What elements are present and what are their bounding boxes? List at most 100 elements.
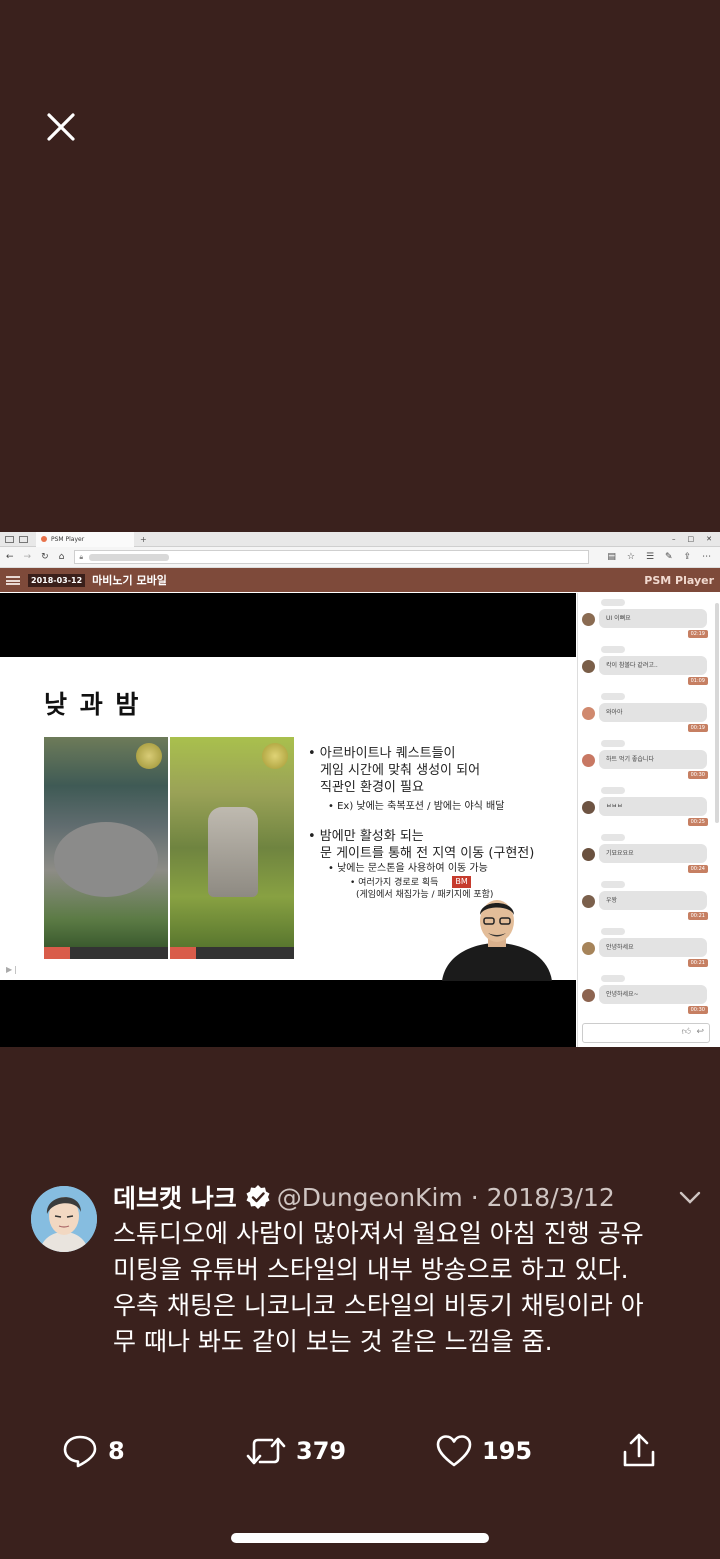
video-stage[interactable]: 낮 과 밤 • 아르바이트나 퀘스트들이 게임 시간에 맞춰 생성이 되어 직관… (0, 593, 576, 1047)
chat-avatar (582, 660, 595, 673)
avatar[interactable] (31, 1186, 97, 1252)
slide-title: 낮 과 밤 (44, 690, 141, 719)
chat-username-redacted (601, 928, 625, 935)
bullet-line: 직관인 환경이 필요 (320, 780, 424, 795)
chat-message: 우왕 00:21 (578, 875, 720, 922)
share-button[interactable] (622, 1432, 656, 1468)
tab-preview-icon[interactable] (19, 535, 28, 543)
chat-time: 00:30 (687, 771, 708, 779)
moon-gate-stone (208, 807, 258, 897)
chat-input[interactable]: 👍︎ ↩ (582, 1023, 710, 1043)
play-icon[interactable]: ▶❘ (6, 965, 19, 974)
attached-screenshot[interactable]: PSM Player + – □ ✕ ← → ↻ ⌂ 🔒︎ ▤ ☆ ☰ ✎ ⇪ … (0, 532, 720, 1047)
like-icon[interactable]: 👍︎ (682, 1027, 691, 1037)
retweet-count: 379 (296, 1437, 347, 1465)
chat-time: 00:25 (687, 818, 708, 826)
chat-time: 01:09 (687, 677, 708, 685)
browser-tab[interactable]: PSM Player (36, 532, 134, 547)
chat-message: UI 이뻐요 02:19 (578, 593, 720, 640)
address-bar: ← → ↻ ⌂ 🔒︎ ▤ ☆ ☰ ✎ ⇪ ⋯ (0, 547, 720, 568)
chat-message: 기묘요요요 00:24 (578, 828, 720, 875)
favorite-star-icon[interactable]: ☆ (627, 552, 635, 562)
chat-username-redacted (601, 693, 625, 700)
chat-time: 00:19 (687, 724, 708, 732)
game-chat-bar (170, 947, 294, 959)
chat-username-redacted (601, 599, 625, 606)
send-icon[interactable]: ↩ (696, 1027, 704, 1037)
browser-toolbar: ▤ ☆ ☰ ✎ ⇪ ⋯ (607, 552, 711, 562)
like-button[interactable]: 195 (436, 1434, 532, 1468)
url-field[interactable]: 🔒︎ (74, 550, 590, 564)
bullet-line: • 아르바이트나 퀘스트들이 (308, 746, 456, 761)
reading-view-icon[interactable]: ▤ (607, 552, 616, 562)
chat-avatar (582, 895, 595, 908)
chat-message: 안녕하세요~ 00:30 (578, 969, 720, 1016)
chat-time: 00:30 (687, 1006, 708, 1014)
stone-plaza (54, 822, 158, 897)
more-icon[interactable]: ⋯ (702, 552, 711, 562)
tweet-line: 우측 채팅은 니코니코 스타일의 비동기 채팅이라 아 (113, 1291, 644, 1320)
avatar-illustration (31, 1186, 97, 1252)
close-button[interactable] (40, 106, 82, 148)
reply-button[interactable]: 8 (62, 1434, 125, 1468)
chat-username-redacted (601, 740, 625, 747)
chat-time: 00:24 (687, 865, 708, 873)
chat-time: 02:19 (687, 630, 708, 638)
chat-message: ㅂㅂㅂ 00:25 (578, 781, 720, 828)
chat-avatar (582, 613, 595, 626)
chat-username-redacted (601, 787, 625, 794)
favorites-hub-icon[interactable]: ☰ (646, 552, 654, 562)
chevron-down-icon[interactable] (677, 1187, 703, 1207)
menu-icon[interactable] (6, 575, 20, 585)
chat-avatar (582, 801, 595, 814)
share-icon[interactable]: ⇪ (684, 552, 692, 562)
app-header: 2018-03-12 마비노기 모바일 PSM Player (0, 568, 720, 592)
retweet-icon (246, 1437, 286, 1465)
heart-icon (436, 1435, 472, 1467)
slide-bullets: • 아르바이트나 퀘스트들이 게임 시간에 맞춰 생성이 되어 직관인 환경이 … (308, 745, 558, 901)
reply-icon (63, 1435, 97, 1468)
forward-icon[interactable]: → (24, 552, 32, 562)
notes-icon[interactable]: ✎ (665, 552, 673, 562)
chat-username-redacted (601, 975, 625, 982)
app-title: 마비노기 모바일 (92, 574, 167, 587)
sub-bullet: • Ex) 낮에는 축복포션 / 밤에는 야식 배달 (328, 801, 505, 812)
back-icon[interactable]: ← (6, 552, 14, 562)
handle-and-date[interactable]: @DungeonKim · 2018/3/12 (277, 1183, 615, 1212)
chat-avatar (582, 754, 595, 767)
tab-title: PSM Player (51, 535, 85, 543)
chat-bubble: 하트 먹기 좋습니다 (599, 750, 707, 769)
refresh-icon[interactable]: ↻ (41, 552, 49, 562)
tab-list-icon[interactable] (5, 535, 14, 543)
home-indicator[interactable] (231, 1533, 489, 1543)
new-tab-button[interactable]: + (140, 535, 147, 544)
tweet-header: 데브캣 나크 @DungeonKim · 2018/3/12 (113, 1180, 703, 1214)
retweet-button[interactable]: 379 (246, 1434, 346, 1468)
game-screenshot-night (170, 737, 294, 959)
chat-bubble: 우왕 (599, 891, 707, 910)
verified-badge-icon (246, 1185, 270, 1209)
chat-bubble: ㅂㅂㅂ (599, 797, 707, 816)
tweet-text: 스튜디오에 사람이 많아져서 월요일 아침 진행 공유 미팅을 유튜버 스타일의… (113, 1216, 703, 1360)
home-icon[interactable]: ⌂ (59, 552, 65, 562)
reply-count: 8 (108, 1437, 125, 1465)
chat-username-redacted (601, 646, 625, 653)
chat-username-redacted (601, 834, 625, 841)
presenter-webcam (442, 900, 552, 981)
player-brand: PSM Player (644, 573, 714, 587)
chat-bubble: 안녕하세요 (599, 938, 707, 957)
sub-bullet: • 낮에는 문스톤을 사용하여 이동 가능 (328, 863, 488, 874)
maximize-button[interactable]: □ (688, 535, 695, 543)
bullet-line: 게임 시간에 맞춰 생성이 되어 (320, 763, 481, 778)
share-icon (623, 1433, 655, 1467)
chat-username-redacted (601, 881, 625, 888)
url-redacted (89, 553, 170, 561)
lock-icon: 🔒︎ (79, 552, 84, 561)
minimap (262, 743, 288, 769)
window-close-button[interactable]: ✕ (706, 535, 712, 543)
author-name[interactable]: 데브캣 나크 (113, 1179, 237, 1215)
minimize-button[interactable]: – (672, 535, 676, 543)
bullet-line: • 밤에만 활성화 되는 (308, 829, 424, 844)
browser-tab-bar: PSM Player + – □ ✕ (0, 532, 720, 547)
date-badge: 2018-03-12 (28, 573, 86, 587)
